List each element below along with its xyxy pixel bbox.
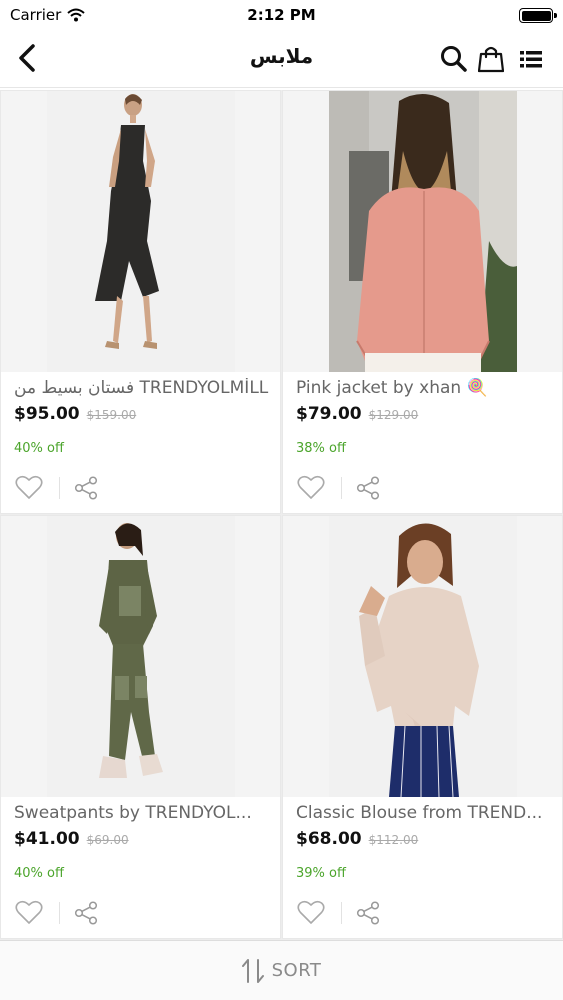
discount-label: 40% off: [14, 441, 64, 456]
clock: 2:12 PM: [247, 6, 316, 24]
heart-icon[interactable]: [15, 475, 43, 500]
jacket-model-image: [328, 91, 517, 372]
product-grid: فستان بسيط من TRENDYOLMİLL $95.00 $159.0…: [0, 90, 563, 940]
discount-label: 40% off: [14, 866, 64, 881]
view-toggle-button[interactable]: [514, 42, 548, 76]
product-price: $68.00: [296, 829, 362, 849]
product-price: $79.00: [296, 404, 362, 424]
sort-button[interactable]: SORT: [0, 940, 563, 1000]
product-price: $41.00: [14, 829, 80, 849]
product-name[interactable]: Sweatpants by TRENDYOL...: [14, 803, 270, 823]
blouse-model-image: [328, 516, 517, 797]
heart-icon[interactable]: [297, 475, 325, 500]
product-card[interactable]: Pink jacket by xhan 🍭 $79.00 $129.00 38%…: [282, 90, 563, 514]
search-button[interactable]: [437, 42, 471, 76]
card-actions: [297, 475, 380, 500]
product-image[interactable]: [283, 91, 562, 372]
battery-icon: [519, 8, 557, 23]
sweatpants-model-image: [46, 516, 235, 797]
original-price: $159.00: [86, 408, 137, 422]
navigation-bar: ملابس: [0, 30, 563, 88]
product-name[interactable]: Classic Blouse from TREND...: [296, 803, 552, 823]
product-name[interactable]: فستان بسيط من TRENDYOLMİLL: [14, 378, 270, 398]
discount-label: 38% off: [296, 441, 346, 456]
heart-icon[interactable]: [15, 900, 43, 925]
price-row: $79.00 $129.00: [296, 404, 418, 424]
discount-label: 39% off: [296, 866, 346, 881]
product-image[interactable]: [283, 516, 562, 797]
search-icon: [441, 46, 467, 72]
share-icon[interactable]: [356, 900, 380, 925]
original-price: $129.00: [368, 408, 419, 422]
price-row: $68.00 $112.00: [296, 829, 418, 849]
share-icon[interactable]: [74, 900, 98, 925]
product-price: $95.00: [14, 404, 80, 424]
product-card[interactable]: فستان بسيط من TRENDYOLMİLL $95.00 $159.0…: [0, 90, 281, 514]
card-actions: [297, 900, 380, 925]
product-name[interactable]: Pink jacket by xhan 🍭: [296, 378, 552, 398]
list-view-icon: [520, 51, 542, 68]
dress-model-image: [46, 91, 235, 372]
share-icon[interactable]: [74, 475, 98, 500]
sort-arrows-icon: [241, 958, 264, 983]
price-row: $95.00 $159.00: [14, 404, 136, 424]
product-image[interactable]: [1, 91, 280, 372]
status-bar: Carrier 2:12 PM: [0, 0, 563, 30]
price-row: $41.00 $69.00: [14, 829, 129, 849]
cart-button[interactable]: [474, 42, 508, 76]
shopping-bag-icon: [478, 46, 504, 73]
product-card[interactable]: Classic Blouse from TREND... $68.00 $112…: [282, 515, 563, 939]
sort-label: SORT: [271, 960, 322, 981]
original-price: $112.00: [368, 833, 419, 847]
share-icon[interactable]: [356, 475, 380, 500]
product-image[interactable]: [1, 516, 280, 797]
original-price: $69.00: [86, 833, 129, 847]
card-actions: [15, 900, 98, 925]
heart-icon[interactable]: [297, 900, 325, 925]
card-actions: [15, 475, 98, 500]
product-card[interactable]: Sweatpants by TRENDYOL... $41.00 $69.00 …: [0, 515, 281, 939]
